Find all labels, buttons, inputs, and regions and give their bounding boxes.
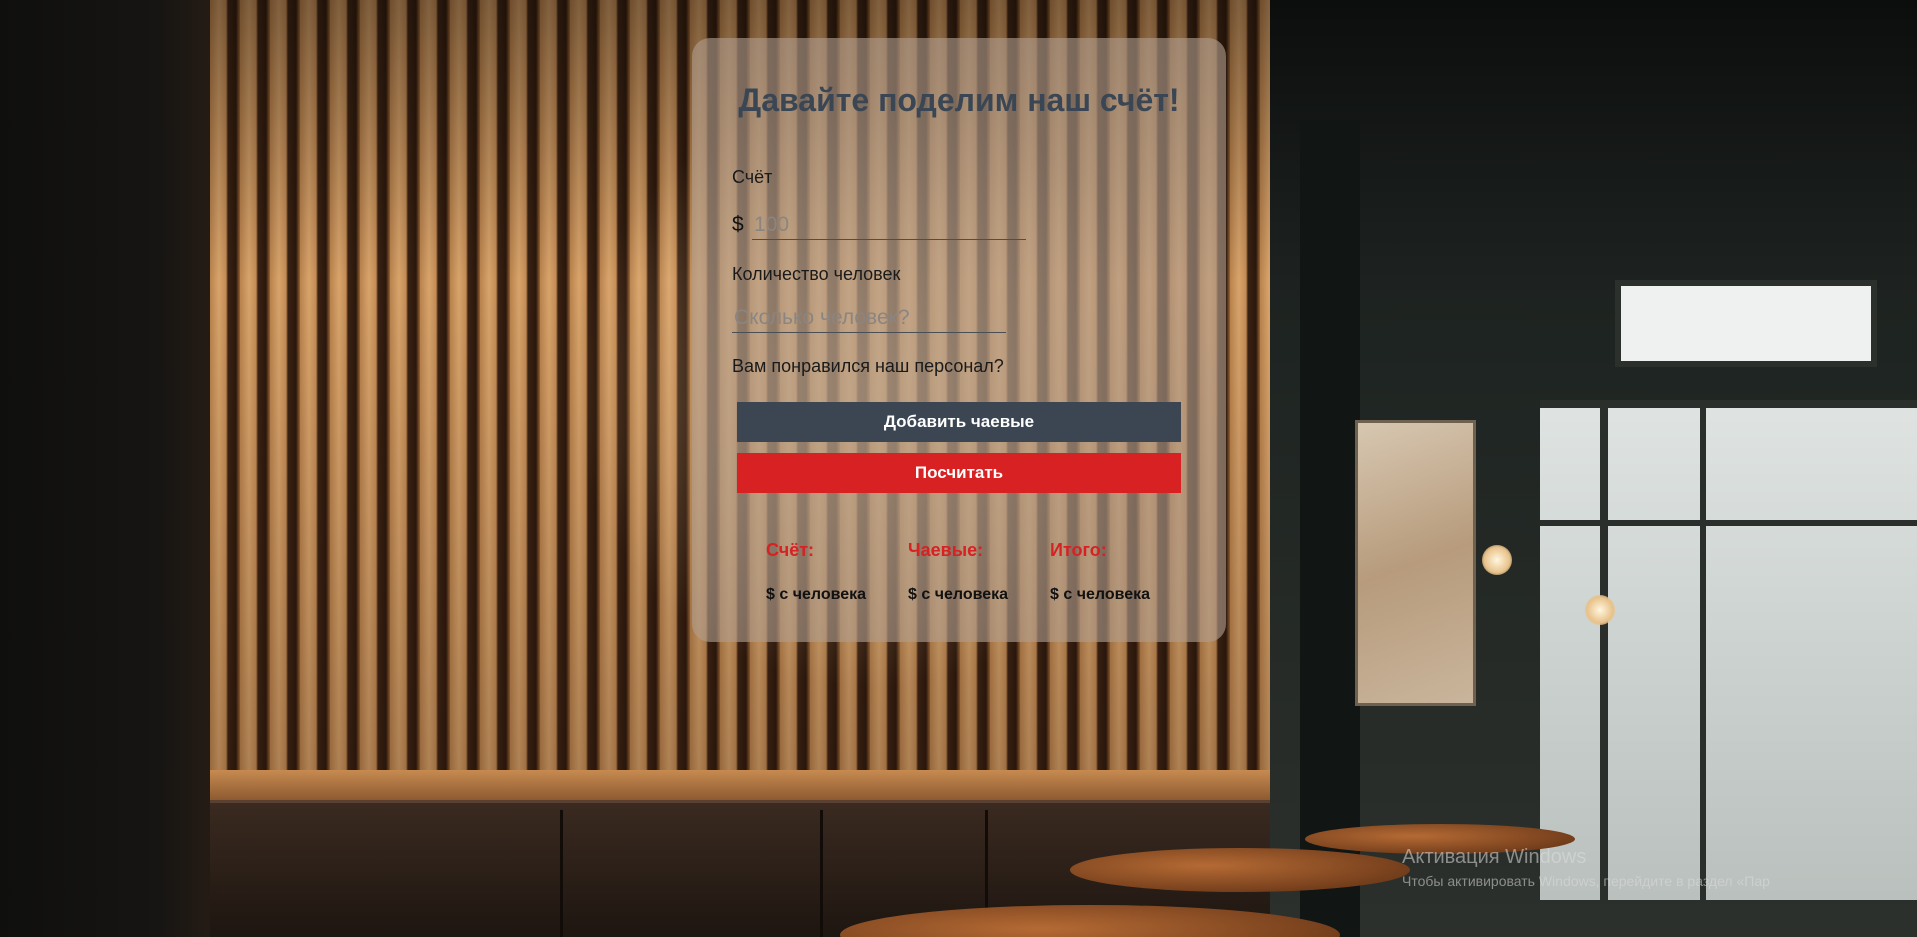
result-total-heading: Итого: (1050, 540, 1107, 560)
result-total-value: $ с человека (1050, 586, 1151, 603)
bill-amount-input[interactable] (752, 210, 1026, 240)
result-tip-value: $ с человека (908, 586, 1009, 603)
result-bill-value: $ с человека (766, 586, 867, 603)
result-tip-heading: Чаевые: (908, 540, 984, 560)
bill-label: Счёт (732, 167, 773, 187)
windows-activation-watermark: Активация Windows Чтобы активировать Win… (1402, 846, 1770, 889)
result-total: Итого: $ с человека (1050, 540, 1190, 604)
currency-symbol: $ (732, 213, 744, 236)
page-title: Давайте поделим наш счёт! (738, 82, 1180, 118)
calculate-button[interactable]: Посчитать (737, 453, 1181, 493)
activation-message: Чтобы активировать Windows, перейдите в … (1402, 873, 1770, 889)
bill-splitter-card: Давайте поделим наш счёт! Счёт $ Количес… (692, 38, 1226, 642)
people-count-label: Количество человек (732, 264, 901, 284)
activation-title: Активация Windows (1402, 846, 1587, 868)
tip-question: Вам понравился наш персонал? (732, 356, 1004, 376)
add-tip-button[interactable]: Добавить чаевые (737, 402, 1181, 442)
result-bill: Счёт: $ с человека (766, 540, 906, 604)
result-bill-heading: Счёт: (766, 540, 815, 560)
people-count-input[interactable] (732, 303, 1006, 333)
result-tip: Чаевые: $ с человека (908, 540, 1048, 604)
